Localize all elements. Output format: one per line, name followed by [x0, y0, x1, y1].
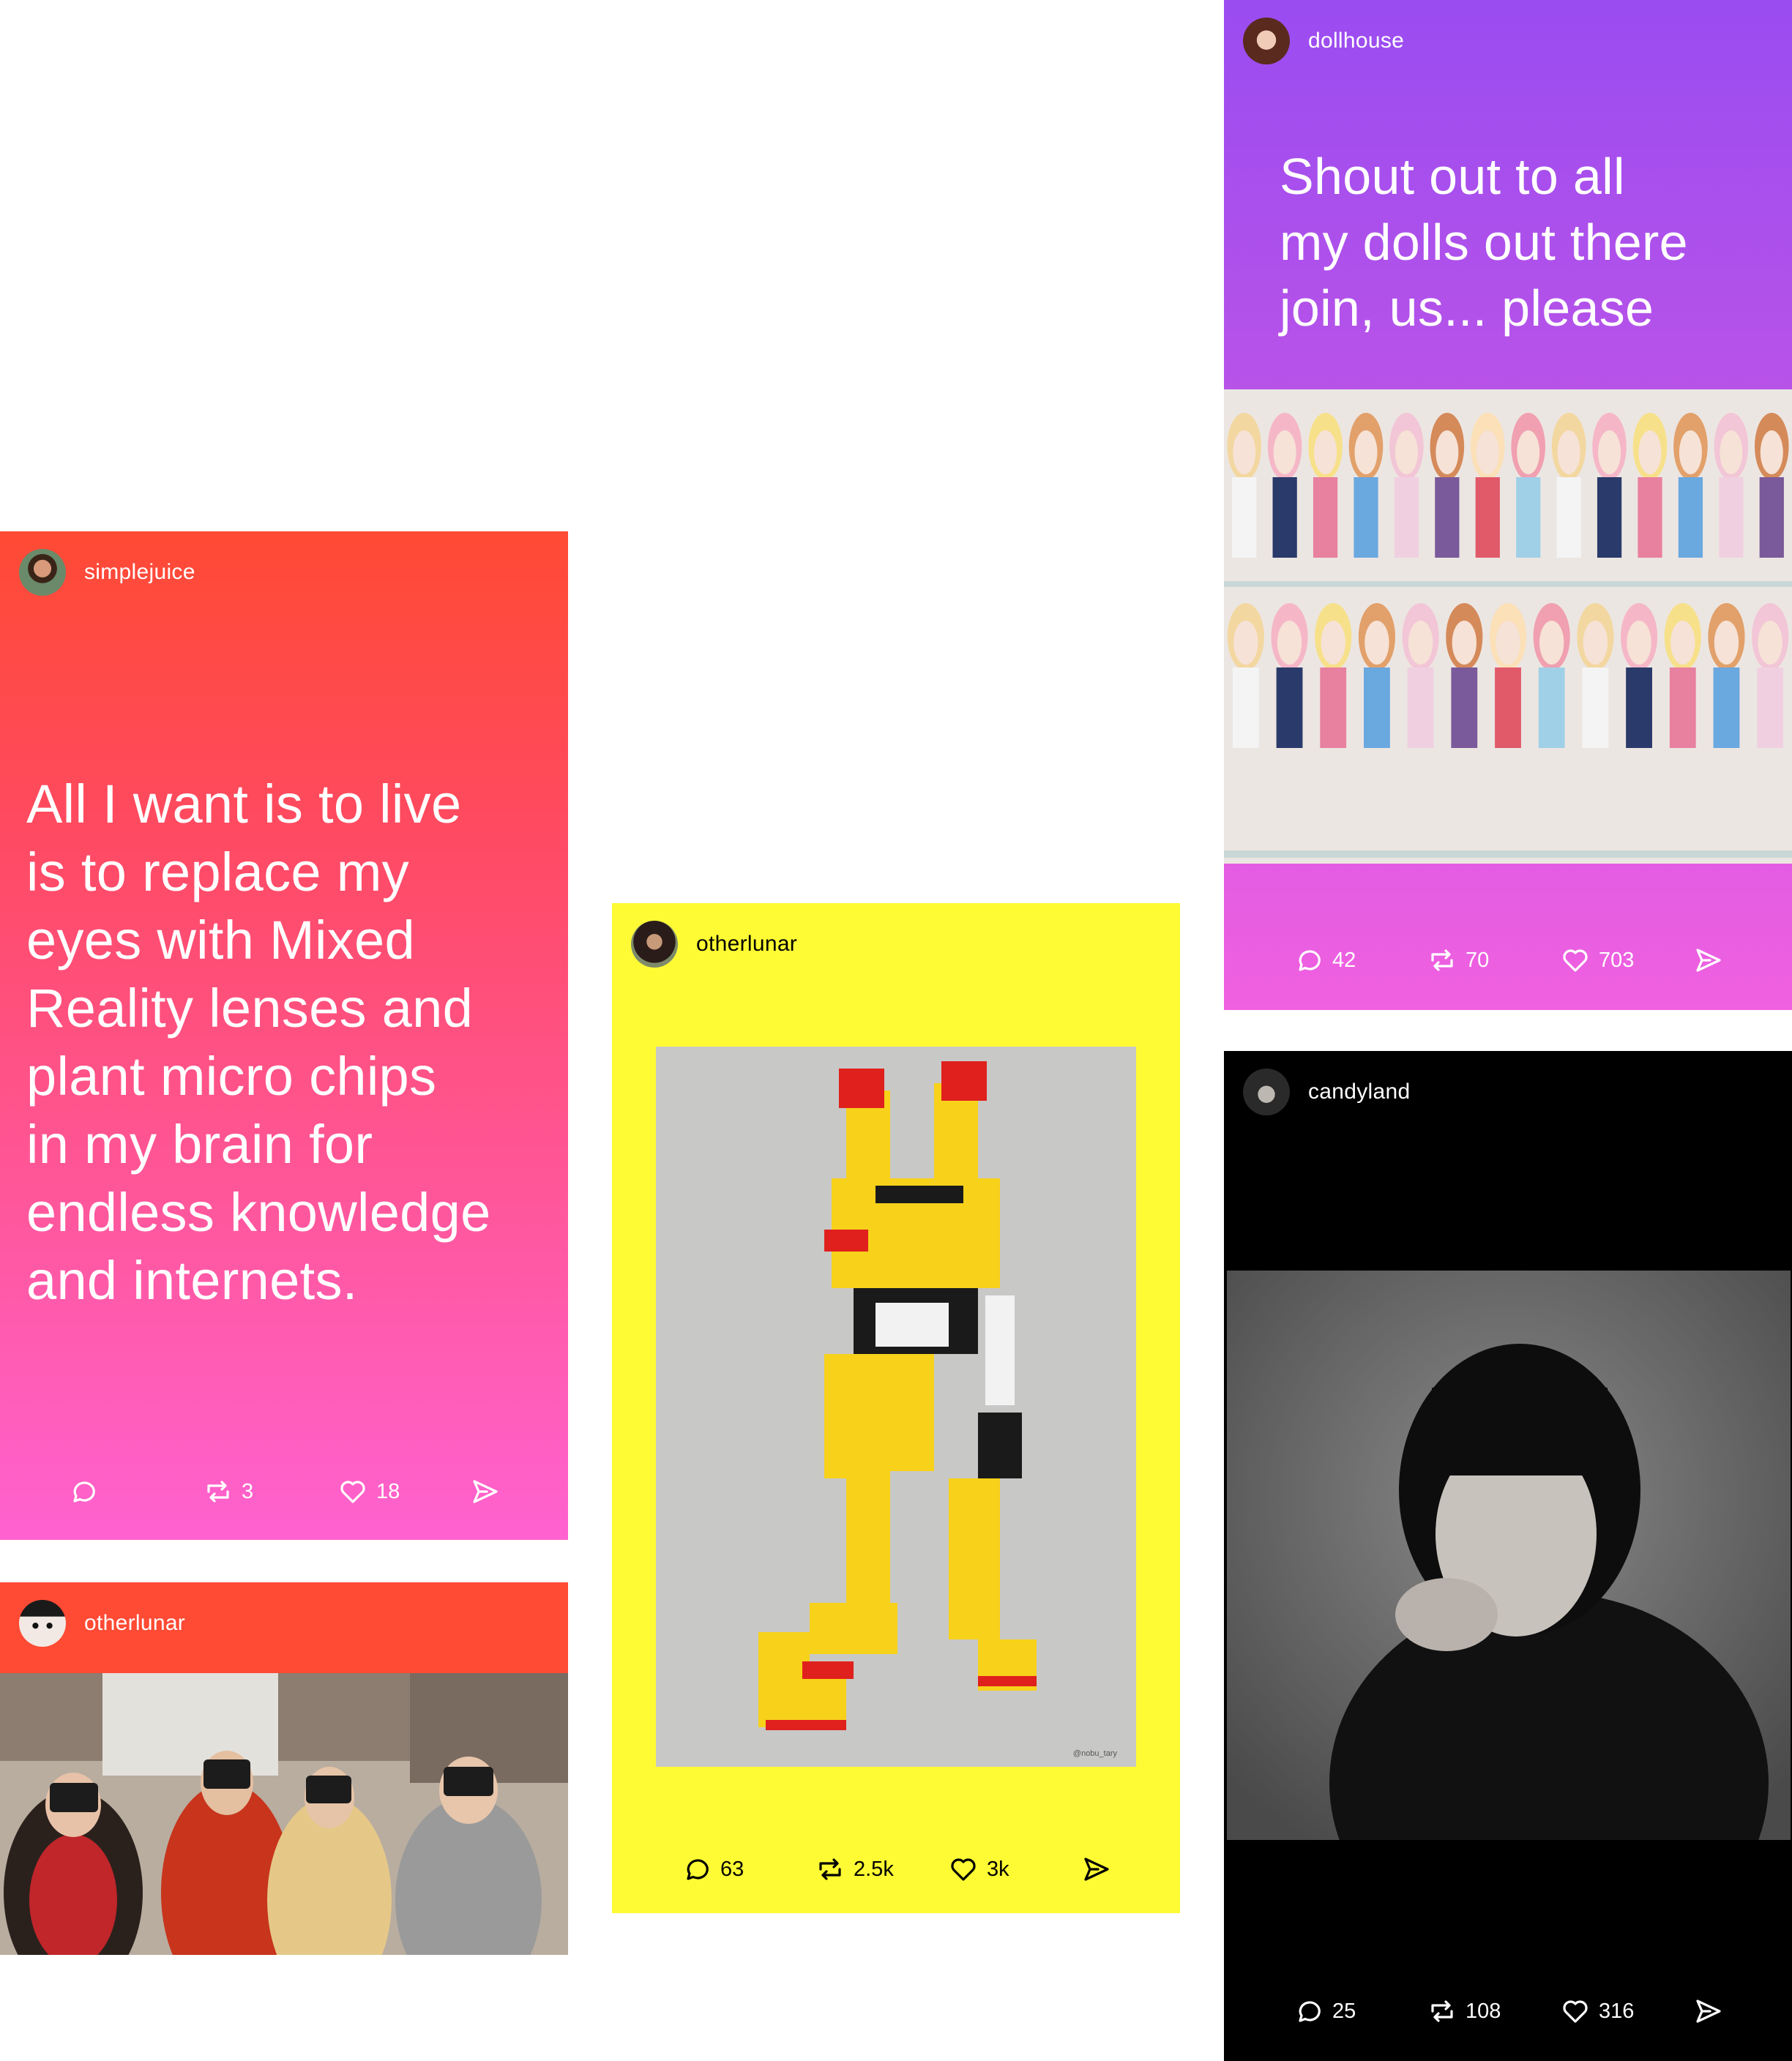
post-photo-portrait[interactable]: [1227, 1271, 1791, 1840]
heart-icon: [1561, 946, 1590, 975]
text-line: join, us... please: [1280, 280, 1654, 337]
post-card-otherlunar-lego: otherlunar @nobu_tary 63 2.5k 3k: [612, 903, 1180, 1913]
comment-icon: [682, 1855, 712, 1884]
share-button[interactable]: [1694, 1989, 1723, 2033]
post-card-otherlunar-vr: otherlunar: [0, 1582, 568, 1955]
comment-button[interactable]: 25: [1294, 1989, 1356, 2033]
comment-count: 42: [1332, 948, 1356, 972]
like-count: 703: [1599, 948, 1635, 972]
post-card-simplejuice: simplejuice All I want is to live is to …: [0, 531, 568, 1540]
text-line: plant micro chips: [26, 1046, 437, 1107]
post-actions: 3 18: [0, 1470, 568, 1514]
post-text: All I want is to live is to replace my e…: [26, 770, 491, 1314]
avatar[interactable]: [19, 549, 66, 596]
text-line: my dolls out there: [1280, 214, 1688, 271]
heart-icon: [338, 1477, 367, 1506]
heart-icon: [1561, 1997, 1590, 2026]
heart-icon: [949, 1855, 978, 1884]
post-header: otherlunar: [612, 903, 1180, 985]
dolls-photo-illustration: [1224, 389, 1792, 864]
text-line: All I want is to live: [26, 774, 462, 834]
vr-photo-illustration: [0, 1673, 568, 1955]
text-line: in my brain for: [26, 1114, 373, 1175]
post-photo-vr-headsets[interactable]: [0, 1673, 568, 1955]
share-icon: [471, 1477, 500, 1506]
reblog-button[interactable]: 108: [1427, 1989, 1501, 2033]
post-card-candyland: candyland 25 108 316: [1224, 1051, 1792, 2061]
post-header: otherlunar: [0, 1582, 568, 1664]
avatar[interactable]: [631, 921, 678, 968]
comment-button[interactable]: 63: [682, 1847, 744, 1891]
portrait-photo-illustration: [1227, 1271, 1791, 1840]
reblog-count: 108: [1466, 1999, 1501, 2023]
text-line: eyes with Mixed: [26, 910, 415, 970]
text-line: Shout out to all: [1280, 148, 1625, 205]
comment-count: 25: [1332, 1999, 1356, 2023]
photo-credit: @nobu_tary: [1072, 1749, 1117, 1758]
avatar[interactable]: [1243, 1069, 1290, 1115]
text-line: is to replace my: [26, 842, 409, 902]
like-button[interactable]: 703: [1561, 938, 1634, 982]
reblog-count: 3: [242, 1479, 254, 1503]
post-photo-lego-robot[interactable]: @nobu_tary: [656, 1047, 1136, 1767]
reblog-icon: [1427, 946, 1457, 975]
comment-icon: [1294, 1997, 1324, 2026]
avatar[interactable]: [19, 1600, 66, 1647]
post-text: Shout out to all my dolls out there join…: [1280, 143, 1688, 341]
like-count: 3k: [987, 1857, 1009, 1881]
reblog-icon: [204, 1477, 233, 1506]
post-actions: 42 70 703: [1224, 938, 1792, 982]
avatar[interactable]: [1243, 18, 1290, 64]
share-button[interactable]: [471, 1470, 500, 1514]
reblog-button[interactable]: 70: [1427, 938, 1489, 982]
reblog-button[interactable]: 2.5k: [815, 1847, 894, 1891]
like-button[interactable]: 18: [338, 1470, 400, 1514]
like-count: 18: [376, 1479, 400, 1503]
comment-icon: [1294, 946, 1324, 975]
post-photo-dolls[interactable]: [1224, 389, 1792, 864]
username-link[interactable]: candyland: [1308, 1077, 1410, 1107]
comment-button[interactable]: [69, 1470, 98, 1514]
like-button[interactable]: 3k: [949, 1847, 1009, 1891]
comment-button[interactable]: 42: [1294, 938, 1356, 982]
share-button[interactable]: [1694, 938, 1723, 982]
comment-count: 63: [720, 1857, 744, 1881]
text-line: Reality lenses and: [26, 978, 474, 1039]
text-line: and internets.: [26, 1250, 358, 1311]
reblog-count: 2.5k: [854, 1857, 894, 1881]
post-card-dollhouse: dollhouse Shout out to all my dolls out …: [1224, 0, 1792, 1010]
post-header: dollhouse: [1224, 0, 1792, 82]
reblog-count: 70: [1466, 948, 1490, 972]
share-button[interactable]: [1082, 1847, 1111, 1891]
comment-icon: [69, 1477, 98, 1506]
text-line: endless knowledge: [26, 1182, 491, 1243]
username-link[interactable]: dollhouse: [1308, 26, 1404, 56]
reblog-icon: [815, 1855, 845, 1884]
post-actions: 63 2.5k 3k: [612, 1847, 1180, 1891]
post-header: candyland: [1224, 1051, 1792, 1133]
share-icon: [1694, 946, 1723, 975]
share-icon: [1694, 1997, 1723, 2026]
reblog-icon: [1427, 1997, 1457, 2026]
post-header: simplejuice: [0, 531, 568, 613]
username-link[interactable]: simplejuice: [84, 558, 195, 587]
username-link[interactable]: otherlunar: [696, 929, 797, 959]
like-button[interactable]: 316: [1561, 1989, 1634, 2033]
reblog-button[interactable]: 3: [204, 1470, 253, 1514]
post-actions: 25 108 316: [1224, 1989, 1792, 2033]
like-count: 316: [1599, 1999, 1635, 2023]
username-link[interactable]: otherlunar: [84, 1609, 185, 1638]
lego-photo-illustration: [656, 1047, 1136, 1767]
share-icon: [1082, 1855, 1111, 1884]
